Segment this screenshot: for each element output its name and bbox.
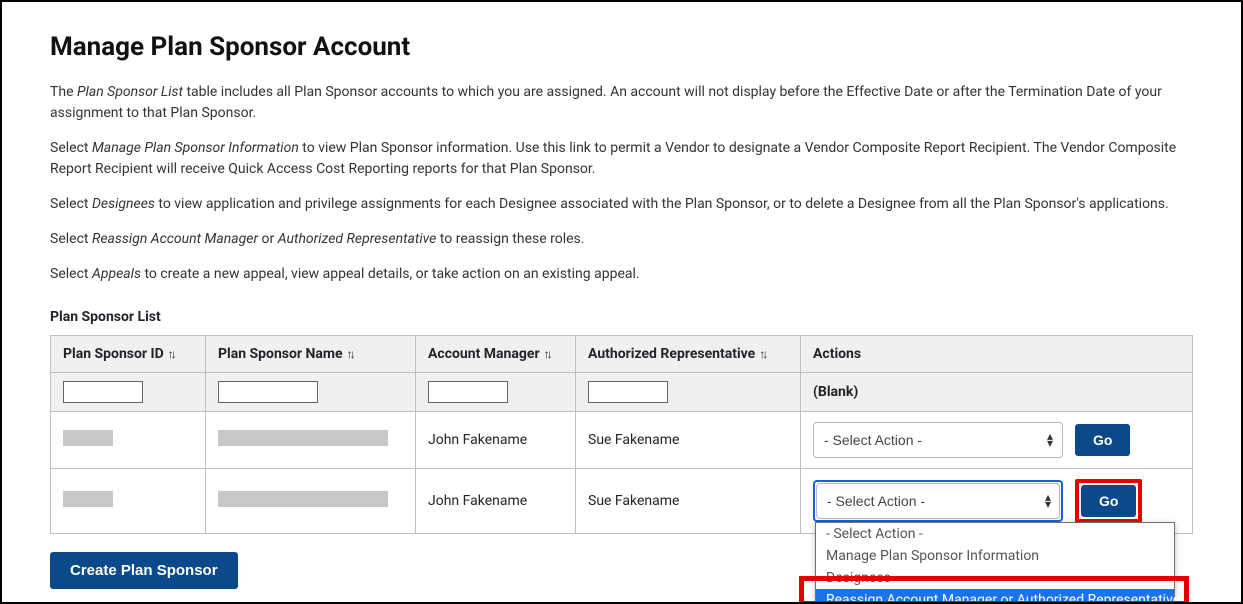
dropdown-option[interactable]: Designees (816, 567, 1174, 589)
intro-paragraph-1: The Plan Sponsor List table includes all… (50, 82, 1193, 124)
col-header-label: Actions (813, 346, 861, 362)
text: Select (50, 266, 92, 282)
sort-icon: ↑↓ (168, 347, 174, 361)
col-header-label: Authorized Representative (588, 346, 755, 362)
dropdown-option-selected[interactable]: Reassign Account Manager or Authorized R… (816, 589, 1174, 604)
go-button[interactable]: Go (1081, 485, 1136, 517)
redacted-id (63, 430, 113, 446)
text: table includes all Plan Sponsor accounts… (50, 84, 1162, 121)
cell-ar: Sue Fakename (576, 469, 801, 534)
filter-input-ar[interactable] (588, 381, 668, 403)
text: Select (50, 231, 92, 247)
cell-am: John Fakename (416, 412, 576, 469)
table-row: John Fakename Sue Fakename - Select Acti… (51, 412, 1193, 469)
text: to reassign these roles. (436, 231, 584, 247)
col-header-ar[interactable]: Authorized Representative ↑↓ (576, 336, 801, 373)
text-em: Authorized Representative (278, 231, 437, 247)
sort-icon: ↑↓ (347, 347, 353, 361)
dropdown-option[interactable]: Manage Plan Sponsor Information (816, 545, 1174, 567)
page-title: Manage Plan Sponsor Account (50, 32, 1193, 62)
col-header-label: Plan Sponsor ID (63, 346, 164, 362)
text: The (50, 84, 77, 100)
col-header-am[interactable]: Account Manager ↑↓ (416, 336, 576, 373)
text-em: Reassign Account Manager (92, 231, 258, 247)
col-header-name[interactable]: Plan Sponsor Name ↑↓ (206, 336, 416, 373)
go-button[interactable]: Go (1075, 424, 1130, 456)
cell-ar: Sue Fakename (576, 412, 801, 469)
create-plan-sponsor-button[interactable]: Create Plan Sponsor (50, 552, 238, 589)
plan-sponsor-table: Plan Sponsor ID ↑↓ Plan Sponsor Name ↑↓ Ac… (50, 335, 1193, 534)
highlight-go-button: Go (1075, 479, 1142, 523)
table-row: John Fakename Sue Fakename - Select Acti… (51, 469, 1193, 534)
text: or (258, 231, 278, 247)
text-em: Plan Sponsor List (77, 84, 183, 100)
intro-paragraph-4: Select Reassign Account Manager or Autho… (50, 229, 1193, 250)
col-header-id[interactable]: Plan Sponsor ID ↑↓ (51, 336, 206, 373)
cell-am: John Fakename (416, 469, 576, 534)
col-header-actions: Actions (801, 336, 1193, 373)
text: Select (50, 140, 92, 156)
sort-icon: ↑↓ (759, 347, 765, 361)
filter-input-name[interactable] (218, 381, 318, 403)
intro-paragraph-2: Select Manage Plan Sponsor Information t… (50, 138, 1193, 180)
intro-paragraph-5: Select Appeals to create a new appeal, v… (50, 264, 1193, 285)
intro-paragraph-3: Select Designees to view application and… (50, 194, 1193, 215)
redacted-id (63, 491, 113, 507)
dropdown-option[interactable]: - Select Action - (816, 523, 1174, 545)
text-em: Appeals (92, 266, 141, 282)
redacted-name (218, 491, 388, 507)
filter-input-id[interactable] (63, 381, 143, 403)
filter-input-am[interactable] (428, 381, 508, 403)
action-select[interactable]: - Select Action - (813, 422, 1063, 458)
redacted-name (218, 430, 388, 446)
text: Select (50, 196, 92, 212)
action-select[interactable]: - Select Action - (816, 483, 1060, 519)
action-dropdown-open: - Select Action - Manage Plan Sponsor In… (815, 522, 1175, 604)
text-em: Designees (92, 196, 155, 212)
sort-icon: ↑↓ (544, 347, 550, 361)
text: to create a new appeal, view appeal deta… (141, 266, 640, 282)
col-header-label: Plan Sponsor Name (218, 346, 343, 362)
table-title: Plan Sponsor List (50, 309, 1193, 325)
text: to view application and privilege assign… (155, 196, 1169, 212)
col-header-label: Account Manager (428, 346, 540, 362)
filter-actions-blank: (Blank) (813, 384, 858, 400)
text-em: Manage Plan Sponsor Information (92, 140, 299, 156)
